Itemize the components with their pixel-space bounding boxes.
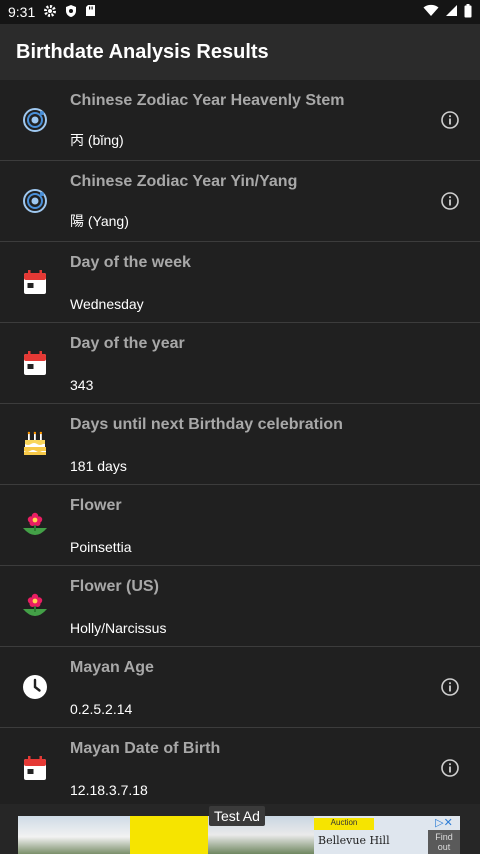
flower-icon: [0, 512, 70, 538]
birthday-cake-icon: [0, 431, 70, 457]
info-icon: [441, 111, 459, 129]
row-value: Poinsettia: [70, 538, 132, 555]
row-value: 343: [70, 376, 94, 393]
page-title: Birthdate Analysis Results: [16, 40, 269, 63]
calendar-icon: [0, 350, 70, 376]
info-icon: [441, 192, 459, 210]
info-button[interactable]: [420, 677, 480, 697]
list-item[interactable]: Mayan Date of Birth 12.18.3.7.18: [0, 728, 480, 809]
list-item[interactable]: Flower Poinsettia: [0, 485, 480, 566]
list-item[interactable]: Day of the week Wednesday: [0, 242, 480, 323]
results-list: Chinese Zodiac Year Heavenly Stem 丙 (bǐn…: [0, 80, 480, 809]
row-value: 12.18.3.7.18: [70, 781, 148, 798]
row-title: Mayan Date of Birth: [70, 739, 221, 757]
row-title: Day of the week: [70, 253, 191, 271]
signal-icon: [445, 4, 458, 20]
row-text: Day of the week Wednesday: [70, 242, 480, 323]
row-title: Chinese Zodiac Year Yin/Yang: [70, 172, 298, 190]
info-button[interactable]: [420, 110, 480, 130]
orbit-icon: [0, 188, 70, 214]
status-time: 9:31: [8, 4, 36, 20]
row-value: 181 days: [70, 457, 127, 474]
battery-icon: [464, 3, 472, 21]
list-item[interactable]: Chinese Zodiac Year Heavenly Stem 丙 (bǐn…: [0, 80, 480, 161]
ad-yellow-panel: [130, 816, 208, 854]
settings-icon: [43, 4, 57, 21]
row-text: Chinese Zodiac Year Yin/Yang 陽 (Yang): [70, 161, 420, 242]
row-value: 陽 (Yang): [70, 212, 129, 229]
row-value: Wednesday: [70, 295, 144, 312]
info-button[interactable]: [420, 191, 480, 211]
list-item[interactable]: Chinese Zodiac Year Yin/Yang 陽 (Yang): [0, 161, 480, 242]
ad-container: Auction Bellevue Hill ▷✕ Find out Test A…: [0, 804, 480, 854]
status-right: [423, 3, 472, 21]
row-value: 0.2.5.2.14: [70, 700, 133, 717]
info-icon: [441, 759, 459, 777]
row-title: Days until next Birthday celebration: [70, 415, 343, 433]
row-title: Flower: [70, 496, 122, 514]
ad-brand: Bellevue Hill: [318, 834, 390, 847]
ad-cta-button[interactable]: Find out: [428, 830, 460, 854]
row-text: Chinese Zodiac Year Heavenly Stem 丙 (bǐn…: [70, 80, 420, 161]
info-icon: [441, 678, 459, 696]
list-item[interactable]: Day of the year 343: [0, 323, 480, 404]
row-value: 丙 (bǐng): [70, 131, 124, 148]
shield-icon: [65, 4, 77, 21]
row-value: Holly/Narcissus: [70, 619, 167, 636]
wifi-icon: [423, 4, 439, 20]
list-item[interactable]: Mayan Age 0.2.5.2.14: [0, 647, 480, 728]
calendar-icon: [0, 755, 70, 781]
row-title: Chinese Zodiac Year Heavenly Stem: [70, 91, 345, 109]
app-bar: Birthdate Analysis Results: [0, 24, 480, 80]
row-text: Day of the year 343: [70, 323, 480, 404]
row-title: Mayan Age: [70, 658, 154, 676]
status-left: 9:31: [8, 4, 96, 21]
sd-card-icon: [85, 4, 96, 20]
row-text: Days until next Birthday celebration 181…: [70, 404, 480, 485]
list-item[interactable]: Days until next Birthday celebration 181…: [0, 404, 480, 485]
ad-tag: Auction: [314, 818, 374, 830]
ad-label: Test Ad: [209, 806, 265, 826]
ad-choices-icon[interactable]: ▷✕: [428, 816, 460, 830]
row-title: Day of the year: [70, 334, 185, 352]
row-text: Flower (US) Holly/Narcissus: [70, 566, 480, 647]
status-bar: 9:31: [0, 0, 480, 24]
flower-icon: [0, 593, 70, 619]
row-text: Mayan Age 0.2.5.2.14: [70, 647, 420, 728]
ad-house-image: [18, 816, 130, 854]
orbit-icon: [0, 107, 70, 133]
list-item[interactable]: Flower (US) Holly/Narcissus: [0, 566, 480, 647]
row-title: Flower (US): [70, 577, 159, 595]
info-button[interactable]: [420, 758, 480, 778]
calendar-icon: [0, 269, 70, 295]
row-text: Flower Poinsettia: [70, 485, 480, 566]
row-text: Mayan Date of Birth 12.18.3.7.18: [70, 728, 420, 809]
clock-icon: [0, 674, 70, 700]
